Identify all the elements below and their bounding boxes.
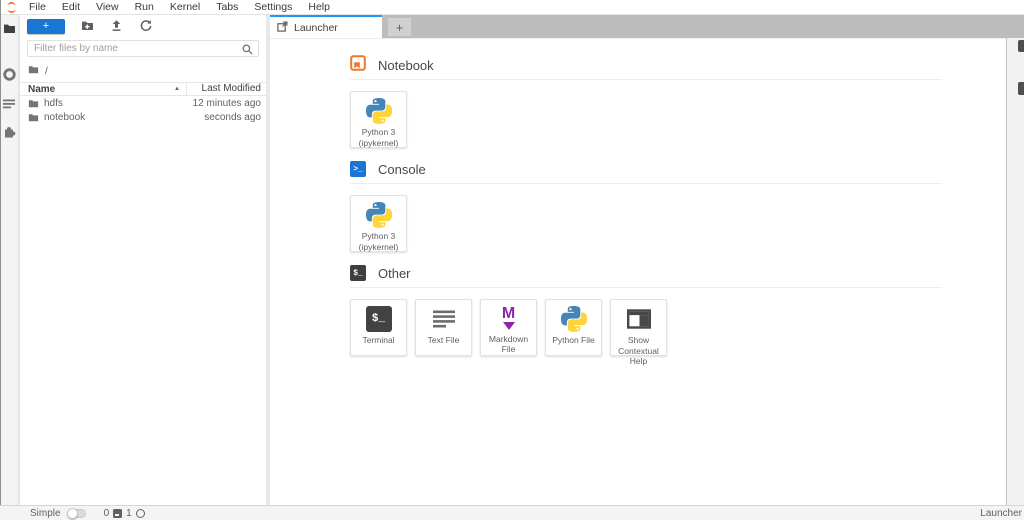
kernel-status-icon[interactable] [136,509,145,518]
python-icon [561,306,587,332]
table-of-contents-icon[interactable] [3,99,15,109]
menu-run[interactable]: Run [127,1,162,13]
terminal-icon: $_ [366,306,392,332]
menu-file[interactable]: File [21,1,54,13]
markdown-icon: M [496,306,522,331]
file-browser-panel: + / Name ▲ Last Modified [20,15,266,505]
card-sublabel: (ipykernel) [359,138,399,149]
menu-settings[interactable]: Settings [246,1,300,13]
tab-bar: Launcher + [270,15,1024,38]
menu-tabs[interactable]: Tabs [208,1,246,13]
section-notebook: Notebook [350,56,942,148]
card-label: Terminal [360,335,396,346]
status-bar: Simple 0 1 Launcher [0,505,1024,520]
terminal-count: 0 [104,508,110,519]
card-label: Show Contextual Help [611,335,666,367]
home-folder-icon[interactable] [28,64,39,78]
console-icon: >_ [350,161,366,177]
notebook-icon [350,55,366,76]
menu-view[interactable]: View [88,1,127,13]
breadcrumb[interactable]: / [20,61,266,82]
launcher-card-python-file[interactable]: Python File [545,299,602,356]
refresh-icon[interactable] [139,19,152,35]
window-left-edge [0,0,1,505]
card-label: Python 3 [359,231,399,242]
property-inspector-icon[interactable] [1018,40,1024,52]
file-modified: seconds ago [204,112,266,123]
file-browser-icon[interactable] [3,22,16,35]
file-row-hdfs[interactable]: hdfs 12 minutes ago [20,96,266,110]
tab-label: Launcher [294,22,338,34]
file-browser-toolbar: + [20,15,266,38]
running-kernels-icon[interactable] [2,67,17,82]
section-title: Notebook [378,58,434,73]
main-dock: Launcher + Notebook [270,15,1024,505]
breadcrumb-path: / [45,66,48,77]
text-file-icon [431,306,457,332]
file-list-header: Name ▲ Last Modified [20,82,266,96]
sort-ascending-icon[interactable]: ▲ [174,86,180,92]
column-name[interactable]: Name [28,84,55,95]
column-last-modified[interactable]: Last Modified [186,82,266,96]
new-folder-icon[interactable] [81,19,94,35]
section-divider [350,183,942,184]
card-label: Python 3 [359,127,399,138]
section-divider [350,79,942,80]
upload-icon[interactable] [110,19,123,35]
file-row-notebook[interactable]: notebook seconds ago [20,110,266,124]
simple-mode-toggle[interactable] [67,509,86,518]
section-title: Console [378,162,426,177]
folder-icon [28,98,39,109]
contextual-help-icon [626,306,652,332]
simple-mode-label: Simple [30,508,61,519]
launcher-card-console-python3[interactable]: Python 3 (ipykernel) [350,195,407,252]
search-icon [242,44,253,58]
menu-bar: File Edit View Run Kernel Tabs Settings … [0,0,1024,15]
file-name: hdfs [44,98,193,109]
folder-icon [28,112,39,123]
launcher-card-text-file[interactable]: Text File [415,299,472,356]
jupyter-logo-icon [1,1,21,14]
tab-launcher[interactable]: Launcher [270,15,382,38]
file-modified: 12 minutes ago [193,98,266,109]
section-title: Other [378,266,411,281]
card-sublabel: (ipykernel) [359,242,399,253]
debugger-icon[interactable] [1018,82,1024,95]
terminal-section-icon: $_ [350,265,366,281]
file-name: notebook [44,112,204,123]
menu-edit[interactable]: Edit [54,1,88,13]
statusbar-context-label: Launcher [980,508,1022,519]
menu-kernel[interactable]: Kernel [162,1,208,13]
menu-help[interactable]: Help [300,1,338,13]
jupyterlab-app: File Edit View Run Kernel Tabs Settings … [0,0,1024,520]
python-icon [366,202,392,228]
card-label: Python File [550,335,597,346]
section-other: $_ Other $_ Terminal Text F [350,264,942,356]
add-tab-button[interactable]: + [387,17,412,37]
section-divider [350,287,942,288]
launcher-card-terminal[interactable]: $_ Terminal [350,299,407,356]
terminal-status-icon[interactable] [113,509,122,518]
launcher-panel: Notebook [270,38,1007,505]
left-sidebar [0,15,19,505]
launcher-tab-icon [277,21,288,35]
filter-files-input[interactable] [28,41,258,56]
python-icon [366,98,392,124]
launcher-card-notebook-python3[interactable]: Python 3 (ipykernel) [350,91,407,148]
launcher-card-contextual-help[interactable]: Show Contextual Help [610,299,667,356]
card-label: Markdown File [481,334,536,355]
card-label: Text File [426,335,462,346]
right-sidebar [1007,38,1024,520]
launcher-card-markdown-file[interactable]: M Markdown File [480,299,537,356]
new-launcher-button[interactable]: + [27,19,65,34]
filter-files-field [27,40,259,57]
section-console: >_ Console [350,160,942,252]
toggle-knob [67,508,78,519]
kernel-count: 1 [126,508,132,519]
extensions-icon[interactable] [3,125,16,138]
